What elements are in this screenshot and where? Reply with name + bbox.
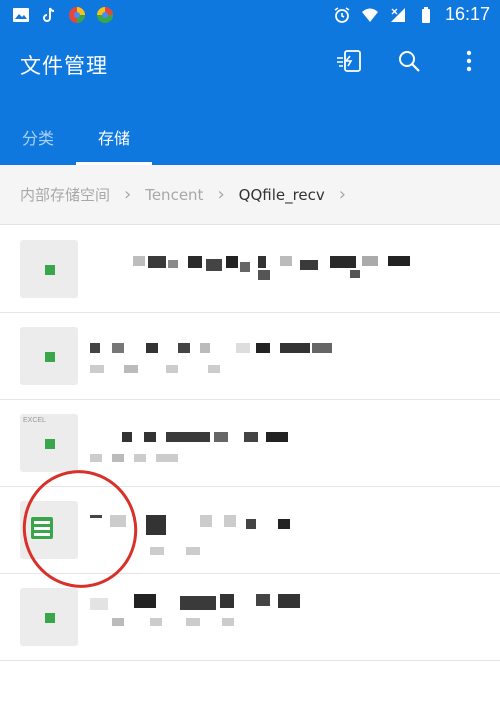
- tab-bar: 分类 存储: [0, 108, 153, 165]
- more-button[interactable]: [456, 48, 482, 74]
- status-left-icons: [12, 6, 114, 24]
- search-icon: [399, 51, 420, 72]
- breadcrumb-tencent[interactable]: Tencent: [145, 186, 203, 204]
- signal-icon: [390, 7, 405, 22]
- file-icon: [20, 240, 78, 298]
- file-row[interactable]: [0, 226, 500, 313]
- file-row[interactable]: [0, 487, 500, 574]
- excel-file-icon: EXCEL: [20, 414, 78, 472]
- file-icon: [20, 327, 78, 385]
- search-button[interactable]: [396, 48, 422, 74]
- breadcrumb: 内部存储空间 › Tencent › QQfile_recv ›: [0, 165, 500, 225]
- file-row[interactable]: EXCEL: [0, 400, 500, 487]
- app-icon: [97, 7, 113, 23]
- chevron-right-icon: ›: [217, 183, 225, 205]
- file-list: EXCEL: [0, 226, 500, 661]
- breadcrumb-qqfile-recv[interactable]: QQfile_recv: [239, 186, 325, 204]
- image-icon: [13, 8, 29, 22]
- transfer-icon: [337, 50, 361, 72]
- transfer-button[interactable]: [336, 48, 362, 74]
- spreadsheet-file-icon: [20, 501, 78, 559]
- alarm-icon: [334, 6, 350, 23]
- toolbar-actions: [336, 48, 482, 74]
- status-right-icons: 16:17: [333, 4, 490, 25]
- app-icon: [69, 7, 85, 23]
- status-bar: 16:17: [0, 0, 500, 32]
- tab-storage[interactable]: 存储: [76, 108, 153, 165]
- file-icon: [20, 588, 78, 646]
- app-bar: 16:17 文件管理 分类 存储: [0, 0, 500, 165]
- breadcrumb-internal-storage[interactable]: 内部存储空间: [20, 184, 110, 205]
- status-time: 16:17: [444, 4, 490, 24]
- wifi-icon: [361, 8, 378, 22]
- file-row[interactable]: [0, 574, 500, 661]
- tab-category[interactable]: 分类: [0, 108, 76, 165]
- page-title: 文件管理: [20, 54, 108, 78]
- more-vert-icon: [466, 50, 472, 72]
- file-row[interactable]: [0, 313, 500, 400]
- battery-icon: [421, 6, 430, 23]
- tiktok-icon: [43, 7, 55, 22]
- chevron-right-icon: ›: [338, 183, 346, 205]
- chevron-right-icon: ›: [124, 183, 132, 205]
